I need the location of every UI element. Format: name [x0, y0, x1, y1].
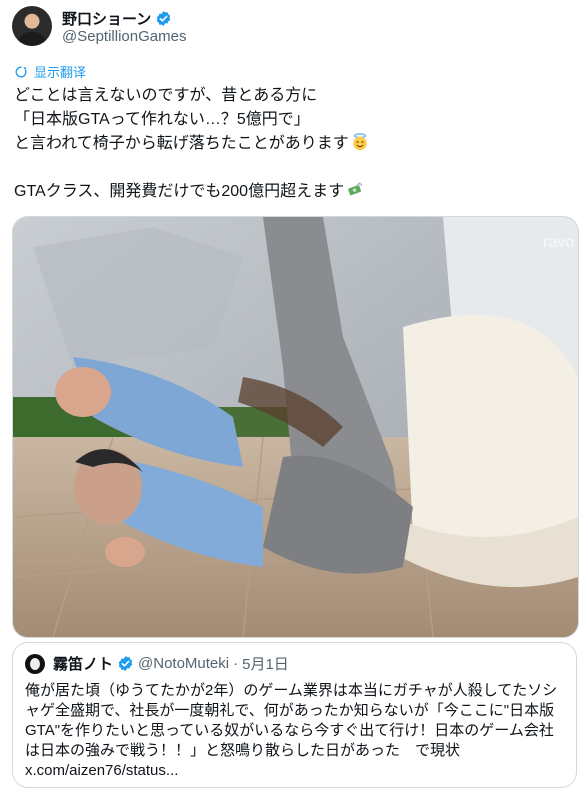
author-name-line: 野口ショーン — [62, 8, 172, 29]
show-translation-label: 显示翻译 — [34, 65, 87, 80]
tweet-body: どことは言えないのですが、昔とある方に 「日本版GTAって作れない…？5億円で」… — [14, 84, 574, 204]
verified-badge-icon — [157, 11, 171, 26]
tweet-line: と言われて椅子から転げ落ちたことがあります — [14, 132, 574, 156]
author-handle[interactable]: @SeptillionGames — [62, 28, 186, 45]
halo-smile-emoji — [352, 133, 367, 151]
quoted-author-handle: @NotoMuteki — [138, 655, 230, 672]
tweet-header: 野口ショーン @SeptillionGames — [12, 4, 572, 48]
quoted-line: は日本の強みで戦う！！」と怒鳴り散らした日があった で現状 — [25, 742, 461, 759]
show-translation-link[interactable]: 显示翻译 — [14, 62, 86, 81]
quoted-line: GTA"を作りたいと思っている奴がいるなら今すぐ出て行け！日本のゲーム会社 — [25, 722, 554, 739]
quoted-tweet-header: 霧笛ノト @NotoMuteki · 5月1日 — [25, 653, 289, 674]
translate-icon — [15, 66, 27, 77]
media-photo: ravo — [13, 217, 578, 637]
quoted-line: ャゲ全盛期で、社長が一度朝礼で、何があったか知らないが「今ここに"日本版 — [25, 702, 555, 719]
tweet-line: GTAクラス、開発費だけでも200億円超えます — [14, 180, 574, 204]
quoted-tweet[interactable]: 霧笛ノト @NotoMuteki · 5月1日 俺が居た頃（ゆうてたかが2年）の… — [12, 642, 577, 788]
quoted-link[interactable]: x.com/aizen76/status... — [25, 761, 570, 781]
tweet-line — [14, 156, 574, 180]
verified-badge-icon — [118, 656, 133, 671]
tweet-line: 「日本版GTAって作れない…？5億円で」 — [14, 111, 310, 128]
author-display-name[interactable]: 野口ショーン — [62, 8, 151, 29]
separator-dot: · — [233, 655, 239, 672]
money-wings-emoji — [348, 182, 363, 196]
quoted-author-name: 霧笛ノト — [53, 656, 114, 673]
quoted-author-avatar — [25, 653, 45, 674]
quoted-tweet-date: 5月1日 — [242, 656, 289, 673]
tweet-media-image[interactable]: ravo — [12, 216, 579, 638]
quoted-line: 俺が居た頃（ゆうてたかが2年）のゲーム業界は本当にガチャが人殺してたソシ — [25, 682, 558, 699]
author-avatar[interactable] — [12, 6, 52, 46]
tweet-line: どことは言えないのですが、昔とある方に — [14, 87, 318, 104]
quoted-tweet-body: 俺が居た頃（ゆうてたかが2年）のゲーム業界は本当にガチャが人殺してたソシ ャゲ全… — [25, 681, 570, 781]
media-watermark: ravo — [543, 234, 574, 251]
